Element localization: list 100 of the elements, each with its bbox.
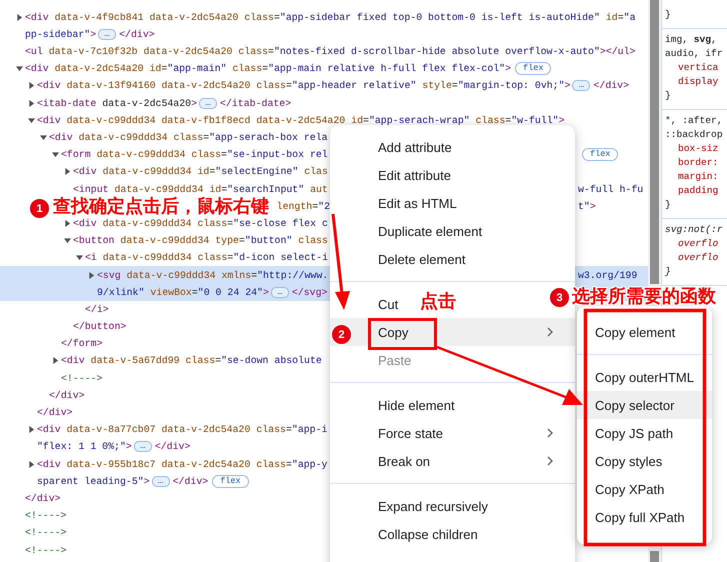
- css-property: vertica: [677, 61, 720, 75]
- disclosure-triangle-icon[interactable]: [28, 82, 35, 90]
- menu-item[interactable]: Force state: [330, 419, 575, 447]
- menu-item[interactable]: Break on: [330, 447, 575, 475]
- css-property: padding: [677, 184, 720, 198]
- code-fragment: w-full h-fu: [578, 184, 644, 195]
- css-brace: }: [665, 8, 672, 22]
- disclosure-triangle-icon[interactable]: [28, 460, 35, 468]
- code-line: <!---->: [25, 527, 66, 538]
- code-line: <!---->: [25, 510, 66, 522]
- disclosure-triangle-icon[interactable]: [64, 220, 71, 227]
- code-line: <div data-v-2dc54a20 id="app-main" class="app-main relative h-full flex flex-col">: [25, 63, 512, 74]
- code-line: <div data-v-4f9cb841 data-v-2dc54a20 class="app-sidebar fixed top-0 bottom-0 is-left is-autoHide" id="a: [25, 12, 636, 23]
- disclosure-triangle-icon[interactable]: [64, 168, 71, 176]
- code-line: <div data-v-8a77cb07 data-v-2dc54a20 class="app-i: [37, 424, 328, 436]
- code-line: <div data-v-c99ddd34 class="se-close flex c: [73, 218, 328, 229]
- menu-item[interactable]: Hide element: [330, 391, 455, 419]
- code-line: sparent leading-5">: [37, 476, 150, 487]
- code-line: <!---->: [25, 544, 66, 556]
- flex-badge[interactable]: flex: [212, 474, 249, 488]
- ellipsis-button[interactable]: …: [152, 476, 170, 487]
- disclosure-triangle-icon[interactable]: [88, 272, 95, 278]
- code-line: <div data-v-13f94160 data-v-2dc54a20 class="app-header relative" style="margin-top: 0vh;">: [37, 80, 570, 92]
- disclosure-triangle-icon[interactable]: [28, 116, 35, 124]
- css-property: overflo: [677, 237, 720, 251]
- code-line: </svg>: [292, 286, 328, 298]
- css-brace: }: [665, 198, 672, 212]
- menu-item[interactable]: Add attribute: [330, 133, 452, 161]
- menu-item[interactable]: Copy XPath: [577, 475, 712, 503]
- code-line: <div data-v-c99ddd34 data-v-fb1f8ecd data-v-2dc54a20 id="app-serach-wrap" class="w-full">: [37, 114, 565, 126]
- code-line: </i>: [85, 304, 109, 315]
- disclosure-triangle-icon[interactable]: [16, 65, 23, 72]
- menu-item[interactable]: Copy styles: [577, 447, 712, 475]
- menu-item[interactable]: Copy outerHTML: [577, 363, 712, 391]
- disclosure-triangle-icon[interactable]: [52, 151, 59, 158]
- css-selector: svg:not(:r: [665, 223, 724, 237]
- ellipsis-button[interactable]: …: [572, 80, 590, 92]
- ellipsis-button[interactable]: …: [199, 98, 218, 109]
- css-brace: }: [665, 89, 672, 103]
- code-fragment: t">: [578, 200, 596, 212]
- menu-item[interactable]: Expand recursively: [330, 492, 488, 520]
- css-selector: ::backdrop: [665, 128, 724, 142]
- menu-item[interactable]: Copy element: [577, 318, 712, 346]
- menu-item[interactable]: Duplicate element: [330, 217, 482, 245]
- disclosure-triangle-icon[interactable]: [76, 254, 83, 262]
- code-line: <input data-v-c99ddd34 id="searchInput" aut: [73, 184, 328, 195]
- annotation-text: 选择所需要的函数: [572, 285, 716, 309]
- code-line: <div data-v-955b18c7 data-v-2dc54a20 class="app-y: [37, 458, 328, 470]
- ellipsis-button[interactable]: …: [270, 286, 289, 298]
- code-line: </div>: [593, 80, 630, 92]
- annotation-text: 查找确定点击后，鼠标右键: [53, 195, 269, 218]
- code-line: </div>: [25, 492, 61, 504]
- code-fragment: w3.org/199: [578, 270, 638, 280]
- menu-item[interactable]: Edit attribute: [330, 161, 451, 189]
- disclosure-triangle-icon[interactable]: [28, 100, 35, 107]
- menu-item[interactable]: Copy selector: [577, 391, 712, 419]
- css-property: display: [677, 75, 720, 89]
- code-line: "flex: 1 1 0%;">: [37, 441, 132, 452]
- step-number-badge: 1: [29, 198, 50, 219]
- code-line: <div data-v-c99ddd34 id="selectEngine" clas: [73, 166, 328, 178]
- code-line: <ul data-v-7c10f32b data-v-2dc54a20 class="notes-fixed d-scrollbar-hide absolute overflow-x-auto"></ul>: [25, 46, 636, 58]
- scrollbar[interactable]: [650, 0, 659, 284]
- css-brace: }: [665, 265, 672, 279]
- code-line: 9/xlink" viewBox="0 0 24 24">: [97, 286, 269, 298]
- ellipsis-button[interactable]: …: [98, 28, 116, 40]
- code-line: <i data-v-c99ddd34 class="d-icon select-i: [85, 252, 328, 264]
- css-property: margin:: [677, 170, 720, 184]
- code-line: </div>: [172, 476, 208, 487]
- code-line: <div data-v-5a67dd99 class="se-down absolute: [61, 355, 322, 366]
- code-line: </button>: [73, 321, 126, 332]
- chevron-right-icon: [547, 456, 553, 466]
- menu-item[interactable]: Collapse children: [330, 520, 478, 548]
- annotation-text: 点击: [420, 290, 456, 314]
- highlight-frame: [368, 318, 437, 350]
- disclosure-triangle-icon[interactable]: [64, 237, 71, 244]
- code-line: </div>: [49, 390, 85, 401]
- code-line: <!---->: [61, 372, 102, 384]
- css-property: overflo: [677, 251, 720, 265]
- menu-item[interactable]: Edit as HTML: [330, 189, 457, 217]
- code-line: <form data-v-c99ddd34 class="se-input-box rel: [61, 149, 328, 160]
- menu-item[interactable]: Copy JS path: [577, 419, 712, 447]
- disclosure-triangle-icon[interactable]: [16, 14, 23, 21]
- code-line: </form>: [61, 338, 102, 350]
- code-line: <div data-v-c99ddd34 class="app-serach-box rela: [49, 132, 328, 143]
- disclosure-triangle-icon[interactable]: [28, 426, 35, 434]
- menu-item[interactable]: Cut: [330, 290, 398, 318]
- ellipsis-button[interactable]: …: [134, 441, 152, 452]
- code-line: length="2: [276, 200, 330, 212]
- code-line: <svg data-v-c99ddd34 xmlns="http://www.: [97, 270, 328, 280]
- disclosure-triangle-icon[interactable]: [40, 134, 47, 141]
- css-property: border:: [677, 156, 720, 170]
- scrollbar[interactable]: [650, 551, 659, 562]
- flex-badge[interactable]: flex: [515, 62, 552, 76]
- css-property: box-siz: [677, 142, 720, 156]
- chevron-right-icon: [547, 428, 553, 438]
- menu-item[interactable]: Delete element: [330, 245, 466, 273]
- chevron-right-icon: [547, 327, 553, 337]
- menu-item[interactable]: Copy full XPath: [577, 503, 712, 531]
- flex-badge[interactable]: flex: [582, 148, 618, 162]
- disclosure-triangle-icon[interactable]: [52, 357, 59, 364]
